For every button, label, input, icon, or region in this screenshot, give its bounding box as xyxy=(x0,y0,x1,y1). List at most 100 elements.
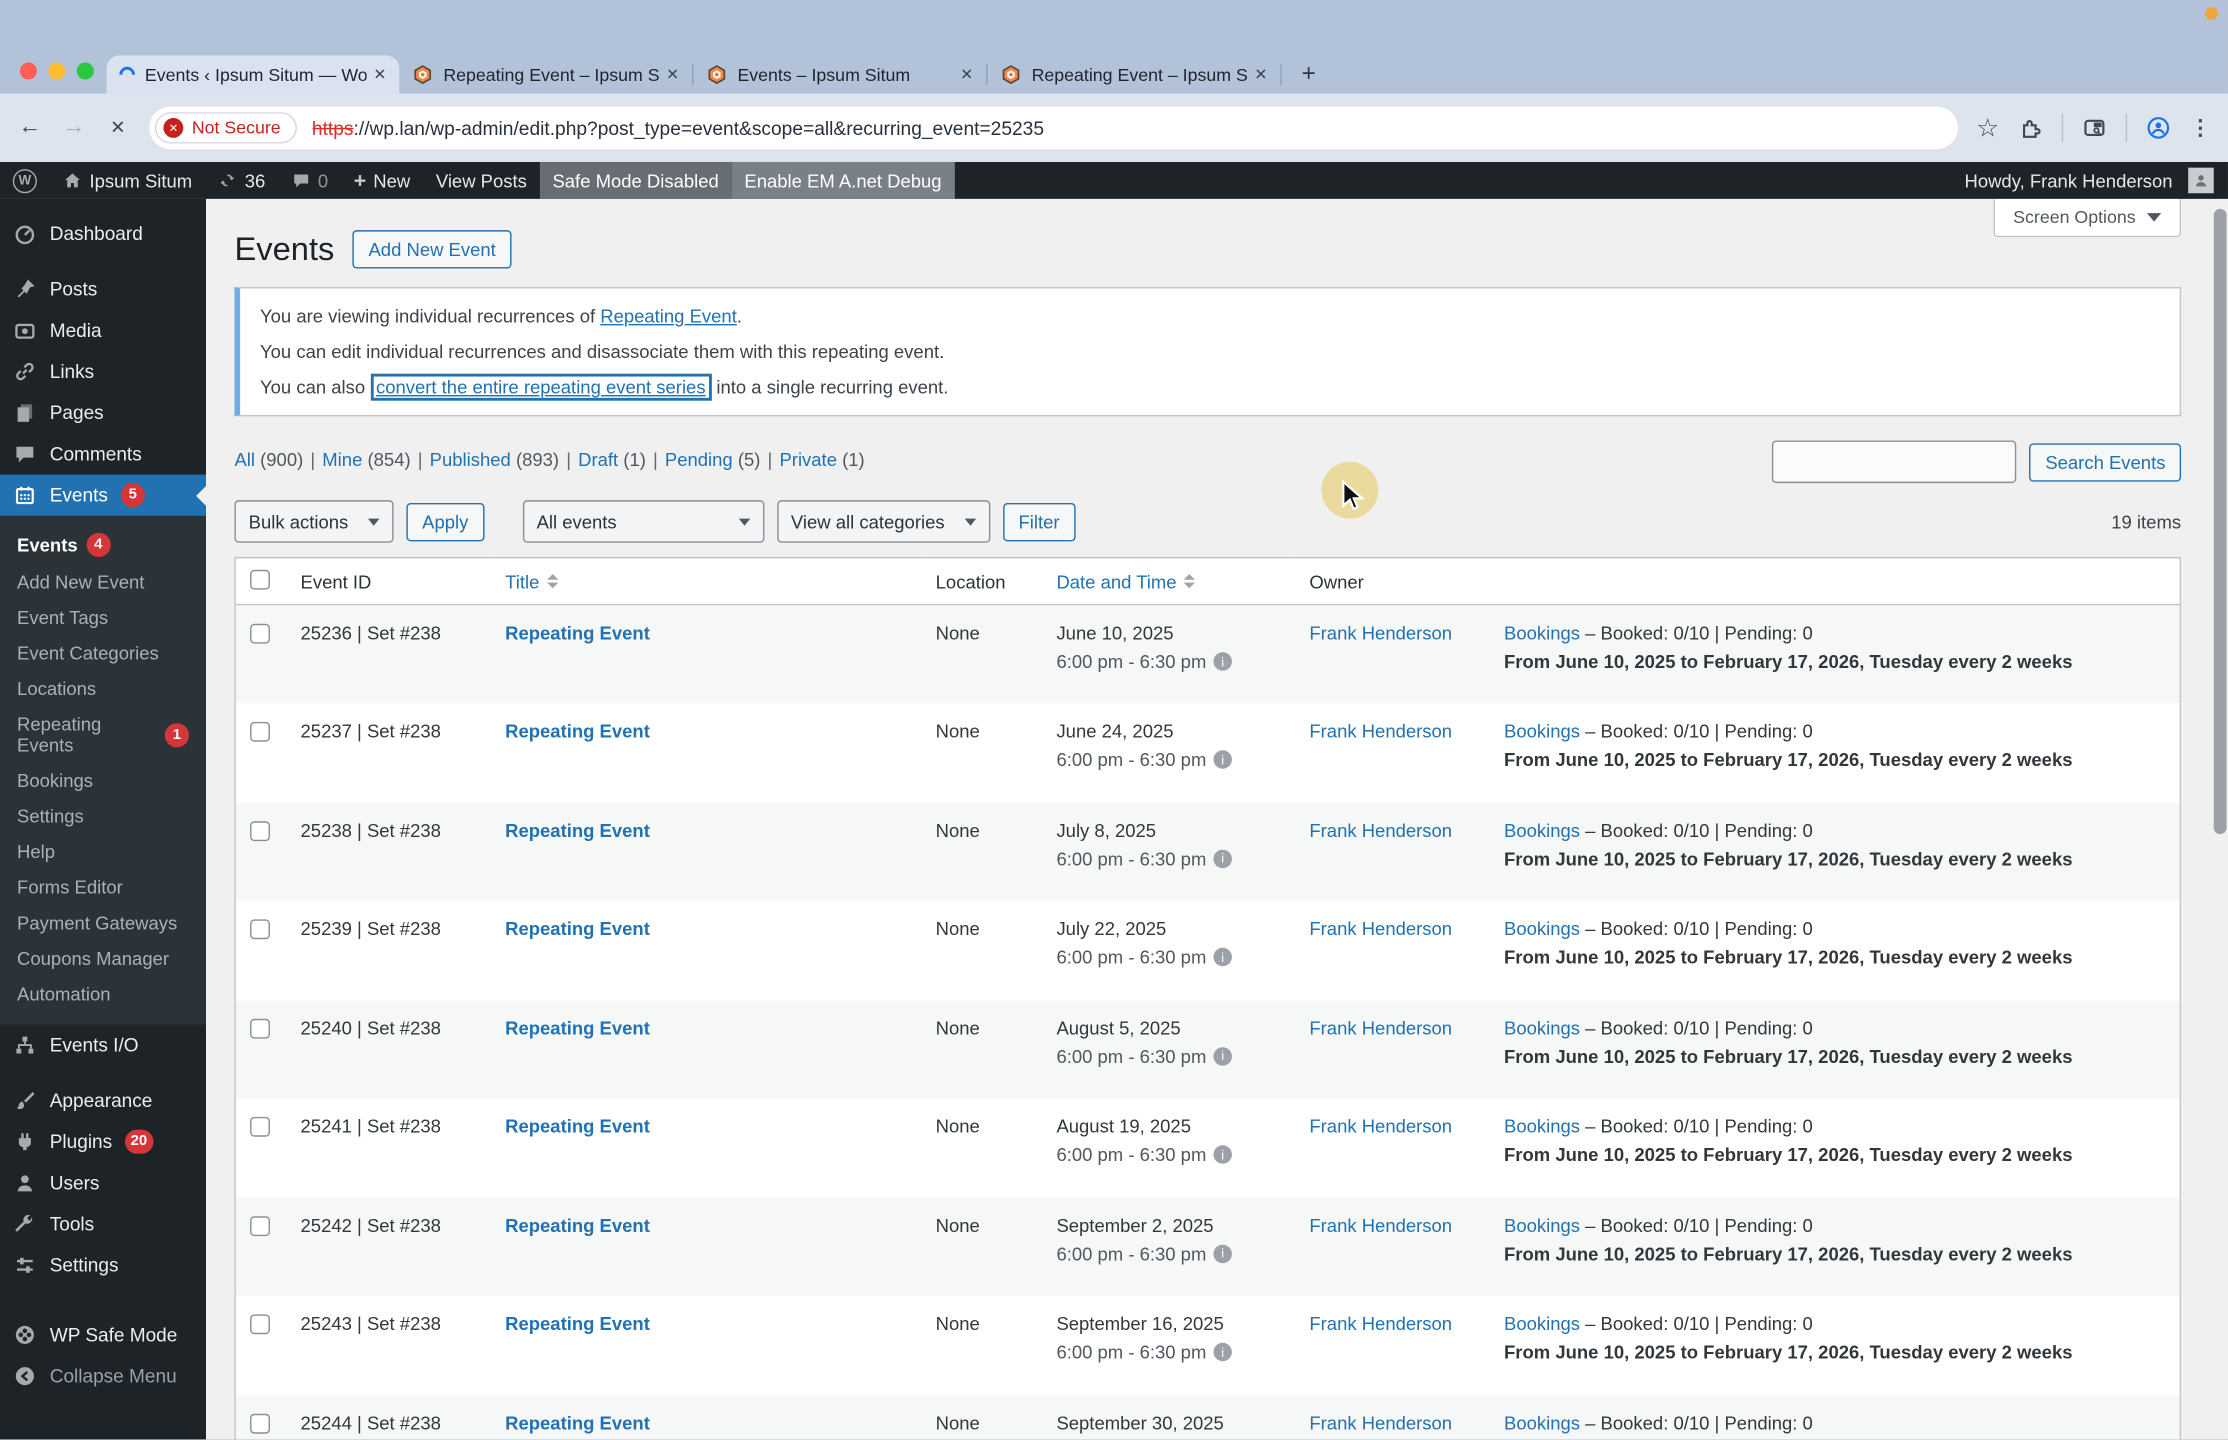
event-title-link[interactable]: Repeating Event xyxy=(505,1214,650,1235)
close-tab-icon[interactable] xyxy=(373,65,386,83)
row-checkbox[interactable] xyxy=(250,1215,270,1236)
row-checkbox[interactable] xyxy=(250,820,270,841)
submenu-item-coupons-manager[interactable]: Coupons Manager xyxy=(0,941,206,977)
tab-repeating-event-2[interactable]: Repeating Event – Ipsum Situ xyxy=(988,55,1281,93)
column-header-date[interactable]: Date and Time xyxy=(1056,570,1196,592)
bookings-link[interactable]: Bookings xyxy=(1504,720,1580,741)
submenu-item-payment-gateways[interactable]: Payment Gateways xyxy=(0,905,206,941)
submenu-item-add-new-event[interactable]: Add New Event xyxy=(0,564,206,600)
row-checkbox[interactable] xyxy=(250,1116,270,1137)
owner-link[interactable]: Frank Henderson xyxy=(1309,720,1452,741)
profile-icon[interactable] xyxy=(2146,115,2172,141)
sidebar-item-pages[interactable]: Pages xyxy=(0,392,206,433)
categories-select[interactable]: View all categories xyxy=(776,500,991,543)
filter-draft[interactable]: Draft xyxy=(578,449,618,470)
filter-pending[interactable]: Pending xyxy=(665,449,733,470)
submenu-item-repeating-events[interactable]: Repeating Events 1 xyxy=(0,706,206,763)
event-title-link[interactable]: Repeating Event xyxy=(505,1017,650,1038)
zoom-window-button[interactable] xyxy=(76,62,94,80)
bookings-link[interactable]: Bookings xyxy=(1504,918,1580,939)
address-bar[interactable]: Not Secure https://wp.lan/wp-admin/edit.… xyxy=(149,106,1958,150)
tab-repeating-event-1[interactable]: Repeating Event – Ipsum Situ xyxy=(399,55,692,93)
sidebar-item-events-io[interactable]: Events I/O xyxy=(0,1024,206,1065)
sidebar-item-events[interactable]: Events 5 xyxy=(0,474,207,516)
stop-loading-icon[interactable] xyxy=(105,115,131,141)
browser-menu-icon[interactable] xyxy=(2190,115,2211,141)
row-checkbox[interactable] xyxy=(250,1314,270,1335)
submenu-item-forms-editor[interactable]: Forms Editor xyxy=(0,870,206,906)
sidebar-item-links[interactable]: Links xyxy=(0,351,206,392)
view-posts-menu[interactable]: View Posts xyxy=(423,162,540,199)
bulk-actions-select[interactable]: Bulk actions xyxy=(234,500,394,543)
close-tab-icon[interactable] xyxy=(960,65,973,83)
column-header-title[interactable]: Title xyxy=(505,570,558,592)
site-name-menu[interactable]: Ipsum Situm xyxy=(50,162,205,199)
submenu-item-settings[interactable]: Settings xyxy=(0,799,206,835)
new-content-menu[interactable]: New xyxy=(341,162,423,199)
owner-link[interactable]: Frank Henderson xyxy=(1309,1313,1452,1334)
collapse-menu-button[interactable]: Collapse Menu xyxy=(0,1356,206,1397)
close-tab-icon[interactable] xyxy=(1254,65,1267,83)
extensions-icon[interactable] xyxy=(2018,115,2044,141)
new-tab-button[interactable]: + xyxy=(1290,55,1327,92)
filter-button[interactable]: Filter xyxy=(1002,502,1076,541)
comments-menu[interactable]: 0 xyxy=(278,162,341,199)
submenu-item-bookings[interactable]: Bookings xyxy=(0,763,206,799)
my-account-menu[interactable]: Howdy, Frank Henderson xyxy=(1952,162,2228,199)
side-panel-search-icon[interactable] xyxy=(2082,115,2108,141)
sidebar-item-plugins[interactable]: Plugins 20 xyxy=(0,1121,206,1162)
em-debug-menu[interactable]: Enable EM A.net Debug xyxy=(731,161,955,199)
bookings-link[interactable]: Bookings xyxy=(1504,622,1580,643)
safe-mode-menu[interactable]: Safe Mode Disabled xyxy=(539,161,732,199)
row-checkbox[interactable] xyxy=(250,1018,270,1038)
submenu-item-event-tags[interactable]: Event Tags xyxy=(0,600,206,636)
filter-mine[interactable]: Mine xyxy=(322,449,362,470)
page-scrollbar[interactable] xyxy=(2213,208,2227,835)
minimize-window-button[interactable] xyxy=(48,62,66,80)
events-scope-select[interactable]: All events xyxy=(522,500,764,543)
sidebar-item-comments[interactable]: Comments xyxy=(0,433,206,474)
updates-menu[interactable]: 36 xyxy=(205,162,278,199)
bookmark-star-icon[interactable] xyxy=(1976,113,1999,143)
submenu-item-automation[interactable]: Automation xyxy=(0,976,206,1012)
event-title-link[interactable]: Repeating Event xyxy=(505,1115,650,1136)
sidebar-item-wp-safe-mode[interactable]: WP Safe Mode xyxy=(0,1314,206,1355)
event-title-link[interactable]: Repeating Event xyxy=(505,1313,650,1334)
owner-link[interactable]: Frank Henderson xyxy=(1309,1412,1452,1433)
bookings-link[interactable]: Bookings xyxy=(1504,1313,1580,1334)
event-title-link[interactable]: Repeating Event xyxy=(505,1412,650,1433)
row-checkbox[interactable] xyxy=(250,623,270,644)
event-title-link[interactable]: Repeating Event xyxy=(505,918,650,939)
filter-private[interactable]: Private xyxy=(779,449,837,470)
convert-series-link[interactable]: convert the entire repeating event serie… xyxy=(370,373,712,401)
owner-link[interactable]: Frank Henderson xyxy=(1309,819,1452,840)
submenu-item-locations[interactable]: Locations xyxy=(0,671,206,707)
owner-link[interactable]: Frank Henderson xyxy=(1309,1017,1452,1038)
tab-events-front[interactable]: Events – Ipsum Situm xyxy=(693,55,986,93)
owner-link[interactable]: Frank Henderson xyxy=(1309,1115,1452,1136)
screen-options-tab[interactable]: Screen Options xyxy=(1993,198,2182,238)
tab-events-admin[interactable]: Events ‹ Ipsum Situm — Word xyxy=(106,55,400,94)
repeating-event-link[interactable]: Repeating Event xyxy=(600,305,737,326)
close-window-button[interactable] xyxy=(19,62,37,80)
event-title-link[interactable]: Repeating Event xyxy=(505,819,650,840)
filter-published[interactable]: Published xyxy=(430,449,511,470)
sidebar-item-posts[interactable]: Posts xyxy=(0,269,206,310)
event-title-link[interactable]: Repeating Event xyxy=(505,720,650,741)
add-new-event-button[interactable]: Add New Event xyxy=(352,230,512,269)
row-checkbox[interactable] xyxy=(250,919,270,940)
search-input[interactable] xyxy=(1772,440,2017,484)
security-chip[interactable]: Not Secure xyxy=(154,112,297,144)
bookings-link[interactable]: Bookings xyxy=(1504,1017,1580,1038)
row-checkbox[interactable] xyxy=(250,1413,270,1433)
owner-link[interactable]: Frank Henderson xyxy=(1309,622,1452,643)
bookings-link[interactable]: Bookings xyxy=(1504,1115,1580,1136)
search-events-button[interactable]: Search Events xyxy=(2029,442,2182,481)
submenu-item-events[interactable]: Events 4 xyxy=(0,526,206,564)
sidebar-item-users[interactable]: Users xyxy=(0,1162,206,1203)
sidebar-item-tools[interactable]: Tools xyxy=(0,1204,206,1245)
submenu-item-event-categories[interactable]: Event Categories xyxy=(0,635,206,671)
submenu-item-help[interactable]: Help xyxy=(0,834,206,870)
wp-logo-menu[interactable]: W xyxy=(0,162,50,199)
owner-link[interactable]: Frank Henderson xyxy=(1309,918,1452,939)
